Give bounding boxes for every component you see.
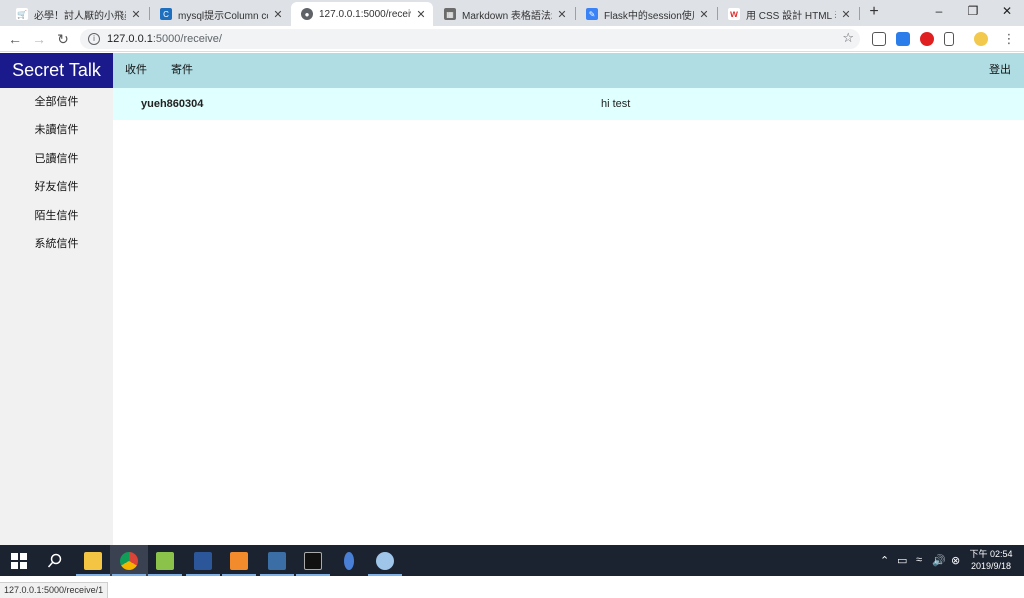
app-page: Secret Talk 收件 寄件 登出 全部信件 未讀信件 已讀信件 好友信件… <box>0 53 1024 598</box>
w-icon: w <box>728 8 740 20</box>
minimize-icon[interactable]: – <box>922 0 956 24</box>
nav-inbox-link[interactable]: 收件 <box>125 53 147 88</box>
sidebar: 全部信件 未讀信件 已讀信件 好友信件 陌生信件 系統信件 <box>0 88 113 545</box>
close-window-icon[interactable]: ✕ <box>990 0 1024 24</box>
sidebar-item-all[interactable]: 全部信件 <box>0 88 113 116</box>
tray-chevron-up-icon[interactable]: ⌃ <box>880 554 889 567</box>
menu-kebab-icon[interactable]: ⋮ <box>1000 30 1018 48</box>
close-tab-icon[interactable]: ✕ <box>130 8 142 21</box>
word-icon[interactable] <box>184 545 222 576</box>
extension-bulb-icon[interactable] <box>974 32 988 46</box>
file-explorer-icon[interactable] <box>74 545 112 576</box>
feather-pen-icon[interactable] <box>330 545 368 576</box>
tab-4[interactable]: ✎ Flask中的session使用 ✕ <box>576 2 716 26</box>
system-clock[interactable]: 下午 02:54 2019/9/18 <box>962 548 1020 572</box>
tab-2-active[interactable]: ● 127.0.0.1:5000/receive ✕ <box>291 2 433 26</box>
tab-separator <box>859 7 860 20</box>
c-logo-icon: C <box>160 8 172 20</box>
table-row[interactable]: yueh860304 hi test <box>113 88 1024 120</box>
url-text: 127.0.0.1:5000/receive/ <box>107 33 222 45</box>
sidebar-item-unread[interactable]: 未讀信件 <box>0 116 113 144</box>
search-icon[interactable] <box>36 545 74 576</box>
paint-icon[interactable] <box>366 545 404 576</box>
close-tab-icon[interactable]: ✕ <box>556 8 568 21</box>
sublime-text-icon[interactable] <box>220 545 258 576</box>
extension-chat-icon[interactable] <box>872 32 886 46</box>
extension-phone-icon[interactable] <box>944 32 954 46</box>
brand-logo[interactable]: Secret Talk <box>0 53 113 88</box>
extension-lock-icon[interactable] <box>896 32 910 46</box>
close-tab-icon[interactable]: ✕ <box>415 8 427 21</box>
message-body: hi test <box>601 98 631 110</box>
windows-taskbar: ⌃ ▭ ≈ 🔊 ⊗ 下午 02:54 2019/9/18 <box>0 545 1024 576</box>
browser-tab-strip: 🛒 必學！討人厭的小飛蟲 ✕ C mysql提示Column cou ✕ ● 1… <box>0 0 1024 26</box>
terminal-icon[interactable] <box>294 545 332 576</box>
new-tab-plus-icon[interactable]: + <box>866 4 882 20</box>
back-arrow-icon[interactable]: ← <box>6 30 24 48</box>
tab-3[interactable]: ▦ Markdown 表格語法示 ✕ <box>434 2 574 26</box>
browser-toolbar: ← → ↻ i 127.0.0.1:5000/receive/ ☆ ⋮ <box>0 26 1024 52</box>
reload-icon[interactable]: ↻ <box>54 30 72 48</box>
address-bar[interactable]: i 127.0.0.1:5000/receive/ ☆ <box>80 29 860 49</box>
logout-link[interactable]: 登出 <box>989 53 1011 88</box>
site-info-icon[interactable]: i <box>88 33 100 45</box>
mysql-workbench-icon[interactable] <box>258 545 296 576</box>
forward-arrow-icon[interactable]: → <box>30 30 48 48</box>
tab-5[interactable]: w 用 CSS 設計 HTML 表格 ✕ <box>718 2 858 26</box>
close-tab-icon[interactable]: ✕ <box>272 8 284 21</box>
sidebar-item-friends[interactable]: 好友信件 <box>0 173 113 201</box>
notification-icon[interactable]: ⊗ <box>951 554 960 567</box>
doc-icon: ▦ <box>444 8 456 20</box>
tab-1[interactable]: C mysql提示Column cou ✕ <box>150 2 290 26</box>
sidebar-item-system[interactable]: 系統信件 <box>0 230 113 258</box>
close-tab-icon[interactable]: ✕ <box>698 8 710 21</box>
restore-icon[interactable]: ❐ <box>956 0 990 24</box>
volume-icon[interactable]: 🔊 <box>932 554 946 567</box>
chrome-icon[interactable] <box>110 545 148 576</box>
nav-send-link[interactable]: 寄件 <box>171 53 193 88</box>
close-tab-icon[interactable]: ✕ <box>840 8 852 21</box>
cart-icon: 🛒 <box>16 8 28 20</box>
battery-icon[interactable]: ▭ <box>897 554 907 567</box>
message-sender: yueh860304 <box>141 98 204 110</box>
notepadpp-icon[interactable] <box>146 545 184 576</box>
wifi-icon[interactable]: ≈ <box>916 554 922 566</box>
bookmark-star-icon[interactable]: ☆ <box>842 30 854 46</box>
tab-0[interactable]: 🛒 必學！討人厭的小飛蟲 ✕ <box>6 2 148 26</box>
windows-start-icon[interactable] <box>0 545 38 576</box>
status-url-bar: 127.0.0.1:5000/receive/1 <box>0 582 109 598</box>
extension-opera-icon[interactable] <box>920 32 934 46</box>
sidebar-item-read[interactable]: 已讀信件 <box>0 145 113 173</box>
top-nav: 收件 寄件 登出 <box>113 53 1024 88</box>
globe-icon: ● <box>301 8 313 20</box>
sidebar-item-strangers[interactable]: 陌生信件 <box>0 202 113 230</box>
pen-icon: ✎ <box>586 8 598 20</box>
